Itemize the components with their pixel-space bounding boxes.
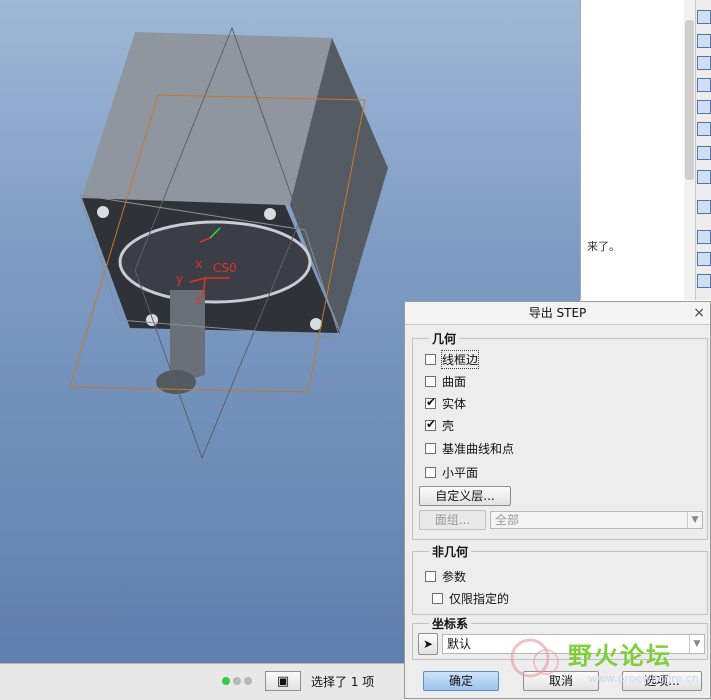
dialog-title: 导出 STEP: [528, 306, 587, 320]
toolbar-icon[interactable]: [697, 34, 711, 48]
checkbox[interactable]: [425, 570, 436, 582]
checkbox-label: 参数: [442, 569, 467, 584]
nongeometry-group: 非几何 参数 仅限指定的: [412, 543, 708, 615]
toolbar-icon[interactable]: [697, 252, 711, 266]
checkbox-label: 线框边: [440, 349, 480, 369]
toolbar-icon[interactable]: [697, 122, 711, 136]
checkbox-label: 曲面: [442, 374, 467, 389]
watermark-url: www.proewildfire.cn: [588, 672, 699, 685]
checkbox-shells[interactable]: 壳: [425, 416, 454, 434]
toolbar-icon[interactable]: [697, 56, 711, 70]
checkbox-label: 小平面: [442, 465, 479, 480]
checkbox-wireframe-edges[interactable]: 线框边: [425, 349, 480, 369]
dialog-title-bar[interactable]: 导出 STEP ×: [405, 302, 710, 325]
scrollbar-thumb[interactable]: [685, 20, 694, 180]
csys-group-label: 坐标系: [429, 615, 472, 632]
message-panel: 来了。: [580, 0, 697, 300]
selection-status: 选择了 1 项: [311, 674, 375, 689]
ok-button[interactable]: 确定: [423, 671, 499, 691]
custom-layers-button[interactable]: 自定义层...: [419, 486, 511, 506]
toolbar-icon[interactable]: [697, 78, 711, 92]
toolbar-icon[interactable]: [697, 146, 711, 160]
toolbar-icon[interactable]: [697, 170, 711, 184]
mount-hole: [97, 206, 109, 218]
checkbox[interactable]: [425, 417, 436, 431]
checkbox-solids[interactable]: 实体: [425, 394, 466, 412]
csys-axis-x-label: x: [195, 257, 203, 271]
right-toolbar: [695, 0, 711, 300]
motor-shaft-end: [156, 370, 196, 394]
quilts-button[interactable]: 面组...: [419, 510, 486, 530]
toolbar-icon[interactable]: [697, 10, 711, 24]
quilts-select[interactable]: 全部 ▼: [490, 511, 703, 529]
checkbox-facets[interactable]: 小平面: [425, 463, 478, 481]
checkbox[interactable]: [425, 375, 436, 387]
status-dot-grey: [244, 677, 252, 685]
geometry-group: 几何 线框边 曲面 实体 壳 基准曲线和点 小平面 自定义层... 面组... …: [412, 330, 708, 540]
close-icon[interactable]: ×: [693, 302, 705, 324]
message-text: 来了。: [587, 240, 620, 253]
checkbox-label: 壳: [442, 418, 455, 433]
status-dot-green: [222, 677, 230, 685]
checkbox[interactable]: [432, 592, 443, 604]
nongeometry-group-label: 非几何: [429, 543, 472, 560]
checkbox[interactable]: [425, 442, 436, 454]
mount-hole: [264, 208, 276, 220]
message-scrollbar[interactable]: [684, 0, 695, 300]
geometry-group-label: 几何: [429, 330, 460, 347]
toolbar-icon[interactable]: [697, 230, 711, 244]
checkbox-label: 基准曲线和点: [442, 441, 515, 456]
checkbox-surfaces[interactable]: 曲面: [425, 372, 466, 390]
find-binoculars-icon[interactable]: ▣: [265, 671, 301, 691]
csys-select-value: 默认: [447, 637, 472, 651]
toolbar-icon[interactable]: [697, 274, 711, 288]
checkbox-label: 实体: [442, 396, 467, 411]
checkbox[interactable]: [425, 466, 436, 478]
csys-label: CS0: [213, 261, 237, 275]
status-area: ▣ 选择了 1 项: [222, 666, 400, 696]
checkbox[interactable]: [425, 395, 436, 409]
quilts-select-value: 全部: [495, 513, 520, 527]
csys-axis-z-label: z: [195, 293, 202, 307]
select-csys-arrow-icon[interactable]: ➤: [418, 633, 438, 655]
checkbox-datum-curves-points[interactable]: 基准曲线和点: [425, 439, 514, 457]
chevron-down-icon[interactable]: ▼: [687, 512, 702, 528]
csys-axis-y-label: y: [176, 272, 184, 286]
status-dot-grey: [233, 677, 241, 685]
watermark-title: 野火论坛: [568, 642, 672, 670]
checkbox-designated-only[interactable]: 仅限指定的: [432, 589, 509, 607]
toolbar-icon[interactable]: [697, 200, 711, 214]
checkbox-label: 仅限指定的: [449, 591, 510, 606]
checkbox-parameters[interactable]: 参数: [425, 567, 466, 585]
mount-hole: [146, 314, 158, 326]
toolbar-icon[interactable]: [697, 100, 711, 114]
checkbox[interactable]: [425, 353, 436, 365]
